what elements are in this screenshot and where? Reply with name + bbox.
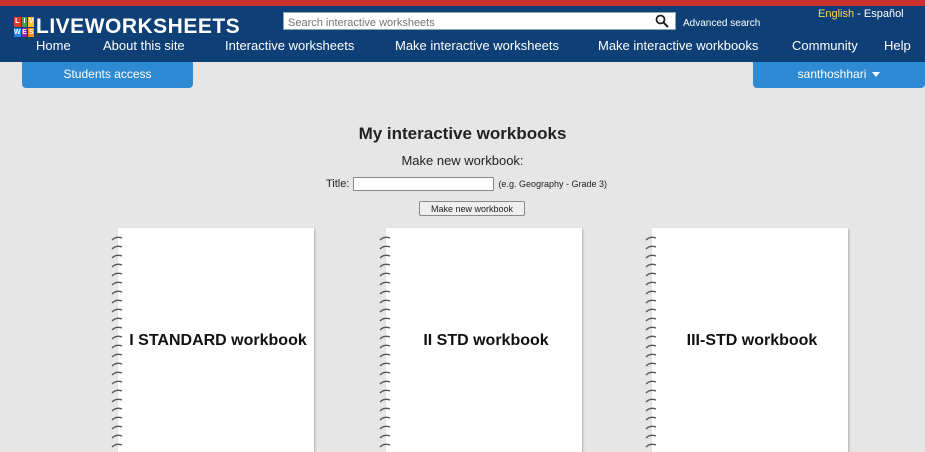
spiral-binding-icon [379, 236, 391, 448]
logo-letter: I [21, 17, 28, 27]
language-switch: English - Español [818, 8, 904, 20]
workbook-title: III-STD workbook [686, 331, 818, 349]
nav-home[interactable]: Home [36, 38, 71, 53]
nav-interactive-worksheets[interactable]: Interactive worksheets [225, 38, 354, 53]
caret-down-icon [872, 72, 881, 78]
title-form-row: Title: (e.g. Geography - Grade 3) [326, 177, 607, 191]
logo-letter: E [21, 27, 28, 37]
language-separator: - [857, 8, 861, 20]
nav-make-worksheets[interactable]: Make interactive worksheets [395, 38, 559, 53]
logo-letter: S [28, 27, 34, 37]
search-icon[interactable] [655, 14, 669, 28]
site-logo[interactable]: L I V W E S LIVEWORKSHEETS [14, 14, 240, 40]
title-input[interactable] [353, 177, 495, 191]
workbook-title: I STANDARD workbook [129, 331, 307, 349]
main-nav: Home About this site Interactive workshe… [0, 38, 925, 60]
nav-about[interactable]: About this site [103, 38, 185, 53]
students-access-label: Students access [63, 67, 152, 81]
nav-community[interactable]: Community [792, 38, 858, 53]
logo-grid-icon: L I V W E S [14, 17, 34, 37]
spiral-binding-icon [111, 236, 123, 448]
search-box [283, 12, 676, 31]
page-title: My interactive workbooks [358, 124, 567, 143]
workbook-card[interactable]: I STANDARD workbook [111, 228, 314, 452]
user-menu[interactable]: santhoshhari [753, 62, 925, 88]
spiral-binding-icon [645, 236, 657, 448]
nav-make-workbooks[interactable]: Make interactive workbooks [598, 38, 758, 53]
logo-letter: L [14, 17, 21, 27]
title-label: Title: [326, 178, 350, 190]
workbook-card[interactable]: II STD workbook [379, 228, 582, 452]
search-input[interactable] [284, 15, 652, 31]
workbook-card[interactable]: III-STD workbook [645, 228, 848, 452]
workbook-title: II STD workbook [423, 331, 549, 349]
logo-letter: W [14, 27, 21, 37]
students-access-tab[interactable]: Students access [22, 62, 193, 88]
logo-text: LIVEWORKSHEETS [36, 15, 241, 38]
nav-help[interactable]: Help [884, 38, 911, 53]
make-new-heading: Make new workbook: [401, 153, 524, 168]
title-hint: (e.g. Geography - Grade 3) [498, 179, 607, 189]
username-label: santhoshhari [797, 67, 867, 81]
language-spanish[interactable]: Español [864, 8, 904, 20]
language-english[interactable]: English [818, 8, 854, 20]
logo-letter: V [28, 17, 34, 27]
advanced-search-link[interactable]: Advanced search [683, 18, 760, 29]
make-new-workbook-button[interactable]: Make new workbook [419, 201, 525, 216]
